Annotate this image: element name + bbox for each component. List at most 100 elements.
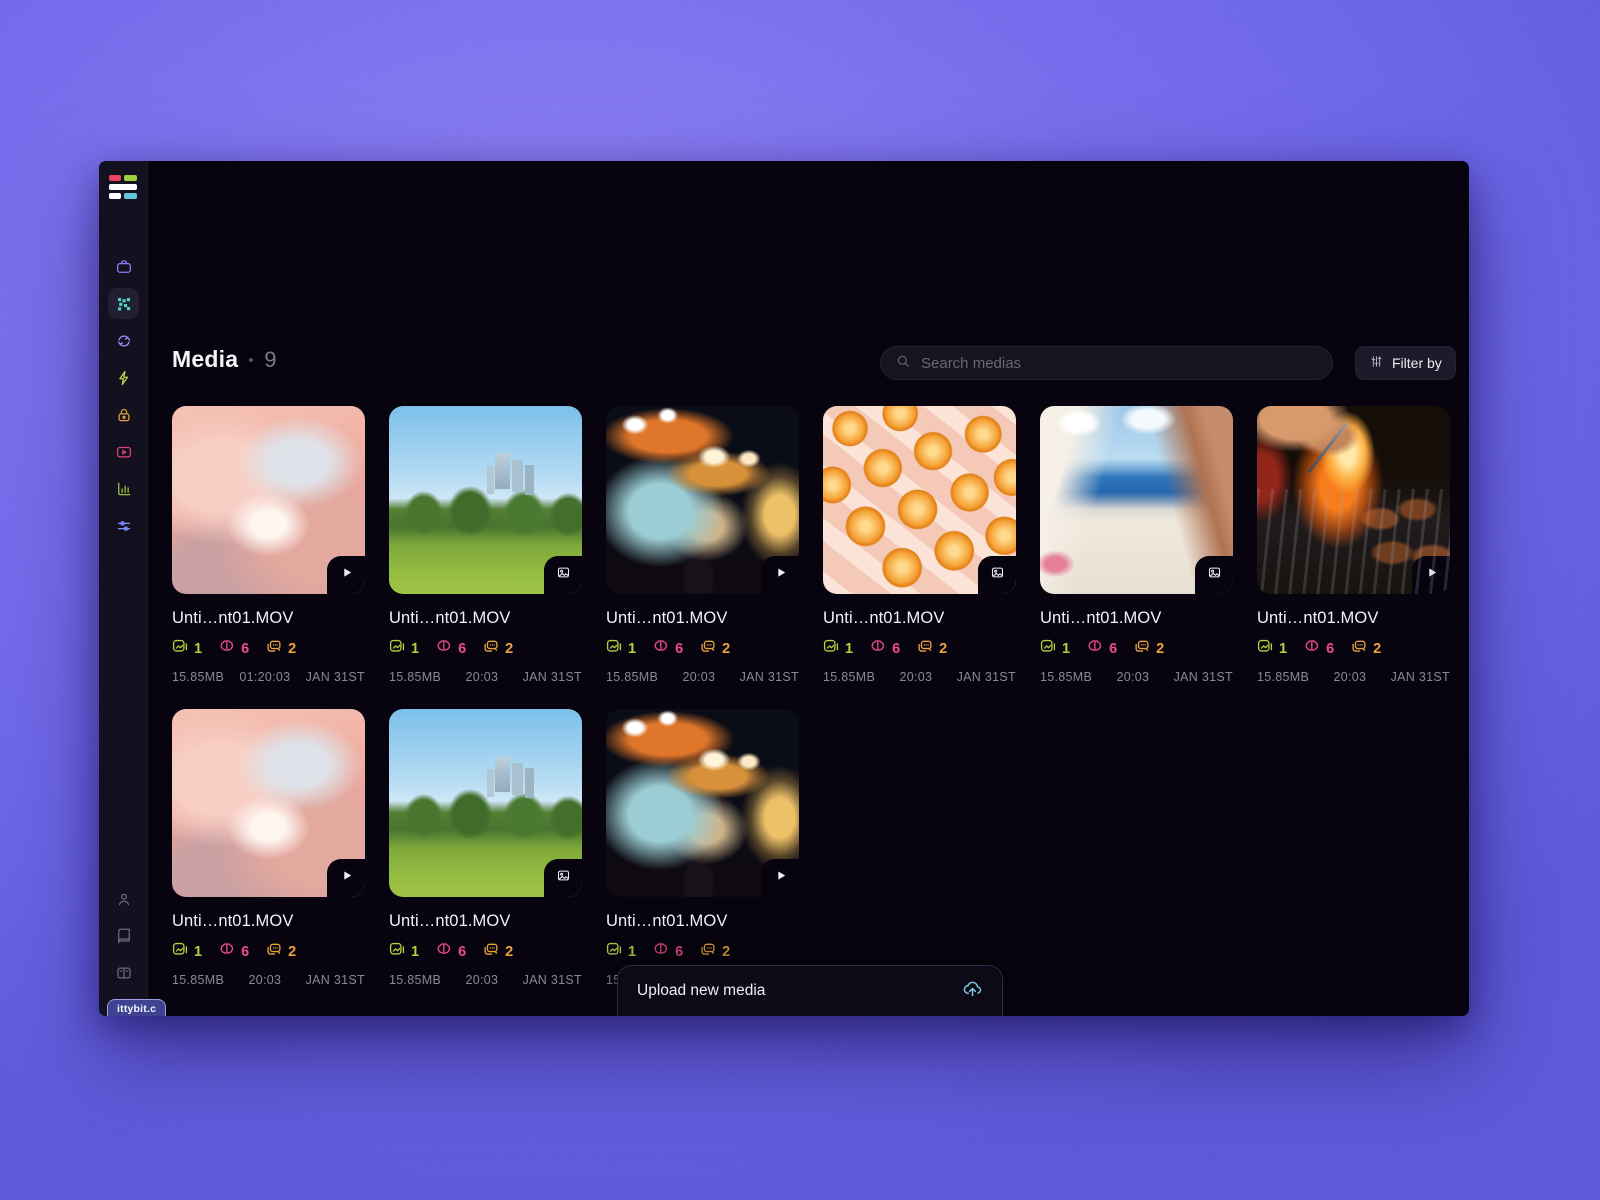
date: JAN 31ST bbox=[523, 973, 582, 987]
media-filename[interactable]: Unti…nt01.MOV bbox=[606, 912, 799, 931]
media-grid: Unti…nt01.MOV 1 6 2 15.85MB 01:20:03 JAN… bbox=[172, 406, 1450, 987]
sidebar-item-briefcase[interactable] bbox=[108, 251, 139, 282]
sidebar-item-bar-chart[interactable] bbox=[108, 473, 139, 504]
media-thumbnail-orange-fruits[interactable] bbox=[823, 406, 1016, 594]
media-filename[interactable]: Unti…nt01.MOV bbox=[606, 609, 799, 628]
ittybit-logo-icon[interactable] bbox=[109, 175, 137, 199]
sidebar-top-group bbox=[108, 251, 139, 541]
logo-bar bbox=[124, 175, 137, 181]
files-count-badge: 1 bbox=[1040, 639, 1070, 659]
media-thumbnail-carnival[interactable] bbox=[606, 709, 799, 897]
upload-label: Upload new media bbox=[637, 982, 765, 1000]
logo-bar bbox=[109, 175, 121, 181]
image-icon bbox=[556, 565, 571, 585]
sidebar-item-user[interactable] bbox=[108, 883, 139, 914]
filter-by-label: Filter by bbox=[1392, 355, 1442, 371]
sidebar-item-cards[interactable] bbox=[108, 957, 139, 988]
media-file-icon bbox=[1257, 639, 1273, 659]
media-thumbnail-carnival[interactable] bbox=[606, 406, 799, 594]
duration: 20:03 bbox=[1116, 670, 1149, 684]
chat-bubbles-icon bbox=[483, 639, 499, 659]
filter-by-button[interactable]: Filter by bbox=[1355, 346, 1456, 380]
intelligence-count-badge: 6 bbox=[653, 639, 683, 659]
media-badges: 1 6 2 bbox=[606, 942, 799, 962]
media-badges: 1 6 2 bbox=[172, 942, 365, 962]
media-card: Unti…nt01.MOV 1 6 2 15.85MB 20:03 JAN 31… bbox=[823, 406, 1016, 684]
file-size: 15.85MB bbox=[823, 670, 875, 684]
sidebar-item-video-player[interactable] bbox=[108, 436, 139, 467]
search-input[interactable] bbox=[921, 355, 1318, 372]
upload-new-media-button[interactable]: Upload new media bbox=[617, 965, 1003, 1016]
search-icon bbox=[895, 353, 911, 374]
media-file-icon bbox=[606, 639, 622, 659]
tracks-count-badge: 2 bbox=[483, 639, 513, 659]
media-thumbnail-pink-clouds[interactable] bbox=[172, 709, 365, 897]
duration: 20:03 bbox=[899, 670, 932, 684]
tracks-count-badge: 2 bbox=[1134, 639, 1164, 659]
play-icon bbox=[773, 565, 788, 585]
media-meta: 15.85MB 20:03 JAN 31ST bbox=[1040, 670, 1233, 684]
date: JAN 31ST bbox=[523, 670, 582, 684]
media-card: Unti…nt01.MOV 1 6 2 15.85MB 20:03 JAN 31… bbox=[389, 406, 582, 684]
duration: 20:03 bbox=[1333, 670, 1366, 684]
media-filename[interactable]: Unti…nt01.MOV bbox=[1257, 609, 1450, 628]
sidebar-item-cycle-arrows[interactable] bbox=[108, 325, 139, 356]
page-header: Media 9 bbox=[172, 346, 276, 373]
sidebar-item-sliders[interactable] bbox=[108, 510, 139, 541]
media-filename[interactable]: Unti…nt01.MOV bbox=[823, 609, 1016, 628]
brain-icon bbox=[219, 639, 235, 659]
search-bar[interactable] bbox=[880, 346, 1333, 380]
files-count-badge: 1 bbox=[606, 639, 636, 659]
file-size: 15.85MB bbox=[389, 670, 441, 684]
brain-icon bbox=[436, 639, 452, 659]
media-thumbnail-santorini[interactable] bbox=[1040, 406, 1233, 594]
media-card: Unti…nt01.MOV 1 6 2 15.85MB 20:03 JAN 31… bbox=[172, 709, 365, 987]
media-thumbnail-pink-clouds[interactable] bbox=[172, 406, 365, 594]
media-thumbnail-park[interactable] bbox=[389, 709, 582, 897]
brain-icon bbox=[1087, 639, 1103, 659]
media-card: Unti…nt01.MOV 1 6 2 15.85MB 20:03 JAN 31… bbox=[1257, 406, 1450, 684]
files-count-badge: 1 bbox=[1257, 639, 1287, 659]
media-card: Unti…nt01.MOV 1 6 2 15.85MB 20:03 JAN 31… bbox=[606, 709, 799, 987]
media-filename[interactable]: Unti…nt01.MOV bbox=[389, 609, 582, 628]
duration: 20:03 bbox=[465, 973, 498, 987]
media-thumbnail-park[interactable] bbox=[389, 406, 582, 594]
media-type-overlay bbox=[327, 859, 365, 897]
media-type-overlay bbox=[1412, 556, 1450, 594]
media-filename[interactable]: Unti…nt01.MOV bbox=[172, 609, 365, 628]
media-card: Unti…nt01.MOV 1 6 2 15.85MB 20:03 JAN 31… bbox=[1040, 406, 1233, 684]
date: JAN 31ST bbox=[306, 670, 365, 684]
media-type-overlay bbox=[978, 556, 1016, 594]
ittybit-link-badge[interactable]: ittybit.c bbox=[107, 999, 166, 1016]
media-thumbnail-bbq[interactable] bbox=[1257, 406, 1450, 594]
media-type-overlay bbox=[327, 556, 365, 594]
media-file-icon bbox=[389, 639, 405, 659]
chat-bubbles-icon bbox=[700, 942, 716, 962]
brain-icon bbox=[436, 942, 452, 962]
tracks-count-badge: 2 bbox=[700, 942, 730, 962]
files-count-badge: 1 bbox=[389, 639, 419, 659]
file-size: 15.85MB bbox=[1257, 670, 1309, 684]
media-meta: 15.85MB 20:03 JAN 31ST bbox=[823, 670, 1016, 684]
files-count-badge: 1 bbox=[823, 639, 853, 659]
sidebar-item-pixel-media[interactable] bbox=[108, 288, 139, 319]
chat-bubbles-icon bbox=[266, 942, 282, 962]
intelligence-count-badge: 6 bbox=[436, 639, 466, 659]
media-filename[interactable]: Unti…nt01.MOV bbox=[1040, 609, 1233, 628]
play-icon bbox=[773, 868, 788, 888]
sidebar-item-book[interactable] bbox=[108, 920, 139, 951]
play-icon bbox=[339, 565, 354, 585]
media-filename[interactable]: Unti…nt01.MOV bbox=[389, 912, 582, 931]
sidebar-item-lock[interactable] bbox=[108, 399, 139, 430]
media-meta: 15.85MB 01:20:03 JAN 31ST bbox=[172, 670, 365, 684]
intelligence-count-badge: 6 bbox=[219, 942, 249, 962]
media-type-overlay bbox=[1195, 556, 1233, 594]
image-icon bbox=[1207, 565, 1222, 585]
media-badges: 1 6 2 bbox=[389, 942, 582, 962]
logo-bar bbox=[109, 193, 121, 199]
sidebar-item-lightning[interactable] bbox=[108, 362, 139, 393]
media-file-icon bbox=[389, 942, 405, 962]
chat-bubbles-icon bbox=[700, 639, 716, 659]
media-filename[interactable]: Unti…nt01.MOV bbox=[172, 912, 365, 931]
brain-icon bbox=[653, 942, 669, 962]
